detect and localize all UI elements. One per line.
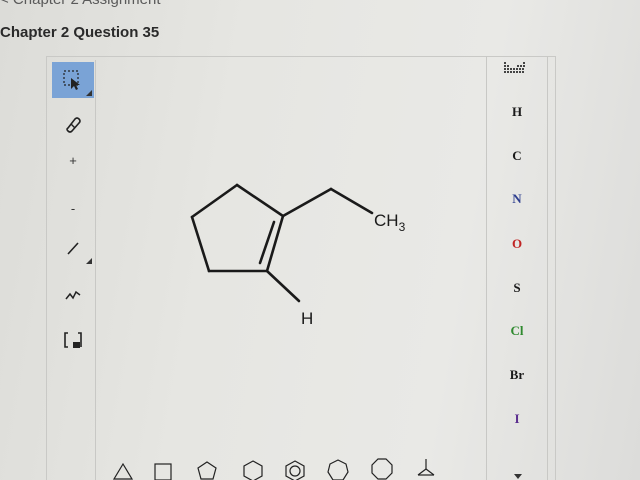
increase-charge-button[interactable]: +	[52, 142, 94, 178]
heptagon-template-icon[interactable]	[325, 455, 351, 480]
ring-templates-bar	[100, 455, 540, 480]
chair-template-icon[interactable]	[414, 455, 438, 480]
molecule-drawing: CH3 H	[190, 183, 406, 328]
eraser-icon	[66, 117, 81, 133]
octagon-template-icon[interactable]	[368, 455, 396, 480]
more-templates-dropdown-icon[interactable]	[514, 474, 522, 479]
hydrogen-label: H	[301, 309, 313, 328]
drawing-canvas[interactable]: CH3 H	[96, 60, 486, 440]
hexagon-template-icon[interactable]	[240, 455, 266, 480]
chain-icon	[65, 290, 81, 300]
bracket-tool-button[interactable]	[52, 322, 94, 358]
atom-button-i[interactable]: I	[487, 411, 547, 427]
atom-button-cl[interactable]: Cl	[487, 323, 547, 339]
ring-bond	[190, 183, 239, 219]
atom-button-c[interactable]: C	[487, 148, 547, 164]
atom-button-s[interactable]: S	[487, 280, 547, 296]
double-bond-outer	[265, 214, 285, 273]
page-title: Chapter 2 Question 35	[0, 24, 160, 41]
atom-button-h[interactable]: H	[487, 104, 547, 120]
submenu-indicator-icon	[86, 258, 92, 264]
ethyl-bond	[329, 187, 374, 215]
ethyl-bond	[281, 187, 333, 218]
chain-tool-button[interactable]	[52, 276, 94, 312]
single-bond-icon	[67, 242, 79, 255]
ethyl-substituent	[281, 187, 374, 218]
atom-toolbar: H C N O S Cl Br I	[486, 56, 548, 480]
ring-bond	[235, 183, 285, 218]
ring-bond	[190, 215, 211, 273]
square-template-icon[interactable]	[152, 455, 174, 480]
eraser-tool-button[interactable]	[52, 106, 94, 142]
selection-arrow-icon	[63, 70, 80, 90]
back-to-assignment-link[interactable]: < Chapter 2 Assignment	[0, 0, 161, 8]
decrease-charge-button[interactable]: -	[52, 190, 94, 226]
atom-button-br[interactable]: Br	[487, 367, 547, 383]
atom-button-n[interactable]: N	[487, 191, 547, 207]
ch3-label: CH3	[374, 211, 406, 234]
atom-button-o[interactable]: O	[487, 236, 547, 252]
minus-icon: -	[70, 200, 76, 216]
periodic-table-icon[interactable]	[503, 60, 527, 74]
bracket-icon	[64, 332, 82, 348]
plus-icon: +	[69, 152, 77, 168]
bond-tool-button[interactable]	[52, 230, 94, 266]
selection-tool-button[interactable]	[52, 62, 94, 98]
cyclopentene-ring	[190, 183, 285, 273]
pentagon-template-icon[interactable]	[195, 455, 219, 480]
triangle-template-icon[interactable]	[112, 455, 134, 480]
c-h-bond	[265, 269, 301, 303]
benzene-template-icon[interactable]	[282, 455, 308, 480]
submenu-indicator-icon	[86, 90, 92, 96]
left-toolbar: + -	[50, 60, 96, 480]
